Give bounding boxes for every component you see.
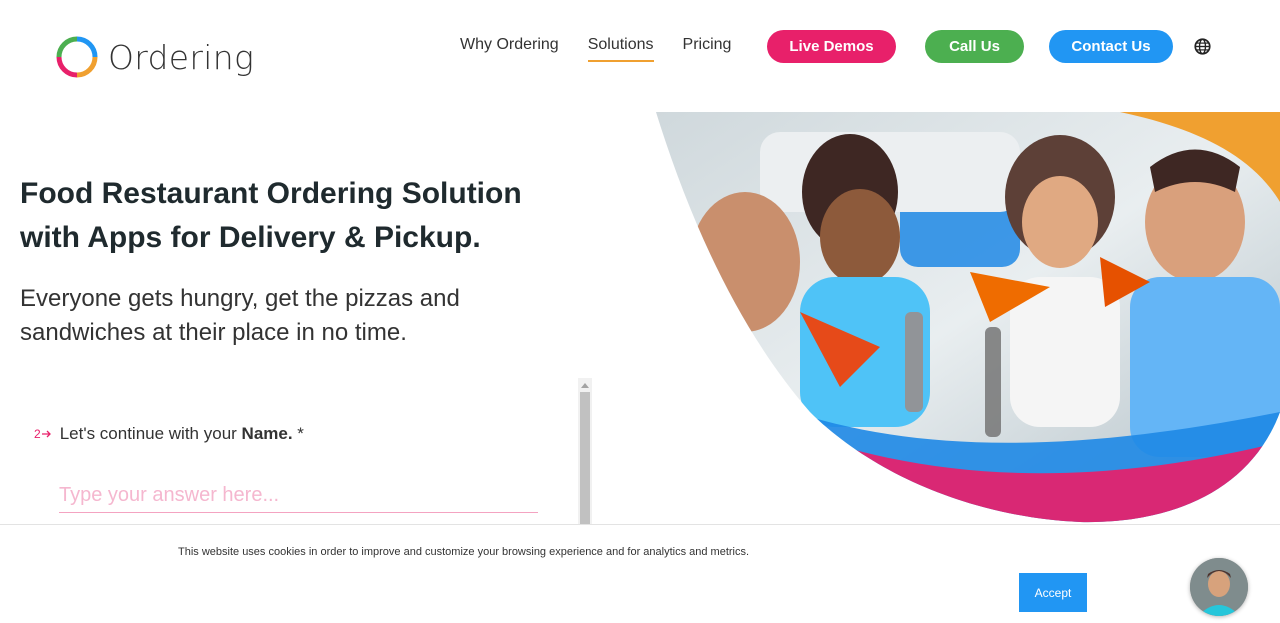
accept-cookies-button[interactable]: Accept (1019, 573, 1087, 612)
hero-subtitle: Everyone gets hungry, get the pizzas and… (20, 282, 540, 350)
question-number: 2 (34, 427, 52, 441)
hero-title-line-2: with Apps for Delivery & Pickup. (20, 221, 481, 254)
hero-subtitle-line-2: sandwiches at their place in no time. (20, 319, 407, 346)
nav-pricing[interactable]: Pricing (683, 28, 732, 62)
name-form: 2 Let's continue with your Name. * (20, 378, 595, 524)
cookie-text: This website uses cookies in order to im… (178, 546, 750, 558)
main-nav: Why Ordering Solutions Pricing (460, 28, 760, 62)
hero-subtitle-line-1: Everyone gets hungry, get the pizzas and (20, 285, 460, 312)
question-number-value: 2 (34, 427, 41, 441)
contact-us-button[interactable]: Contact Us (1049, 30, 1173, 63)
form-scrollbar[interactable] (578, 378, 592, 524)
brand-logo[interactable]: Ordering (56, 36, 254, 78)
scrollbar-thumb[interactable] (580, 392, 590, 524)
question-row: 2 Let's continue with your Name. * (34, 424, 304, 444)
nav-solutions[interactable]: Solutions (587, 28, 654, 62)
required-mark: * (292, 424, 304, 443)
person-avatar-icon (1190, 558, 1248, 616)
globe-icon[interactable] (1194, 38, 1211, 55)
chat-avatar[interactable] (1190, 558, 1248, 616)
live-demos-button[interactable]: Live Demos (767, 30, 896, 63)
brand-name: Ordering (108, 37, 255, 77)
cookie-banner: This website uses cookies in order to im… (0, 524, 1280, 623)
hero-title-line-1: Food Restaurant Ordering Solution (20, 177, 522, 210)
arrow-right-icon (41, 430, 51, 438)
question-label: Let's continue with your Name. * (60, 424, 304, 444)
nav-why-ordering[interactable]: Why Ordering (460, 28, 559, 62)
name-answer-input[interactable] (59, 478, 538, 513)
question-prefix: Let's continue with your (59, 424, 242, 443)
site-header: Ordering Why Ordering Solutions Pricing … (0, 0, 1280, 100)
hero-title: Food Restaurant Ordering Solution with A… (20, 172, 580, 260)
call-us-button[interactable]: Call Us (925, 30, 1024, 63)
logo-ring-icon (56, 36, 98, 78)
question-bold: Name. (241, 424, 293, 443)
chevron-up-icon[interactable] (578, 378, 592, 392)
hero-image (656, 112, 1280, 523)
